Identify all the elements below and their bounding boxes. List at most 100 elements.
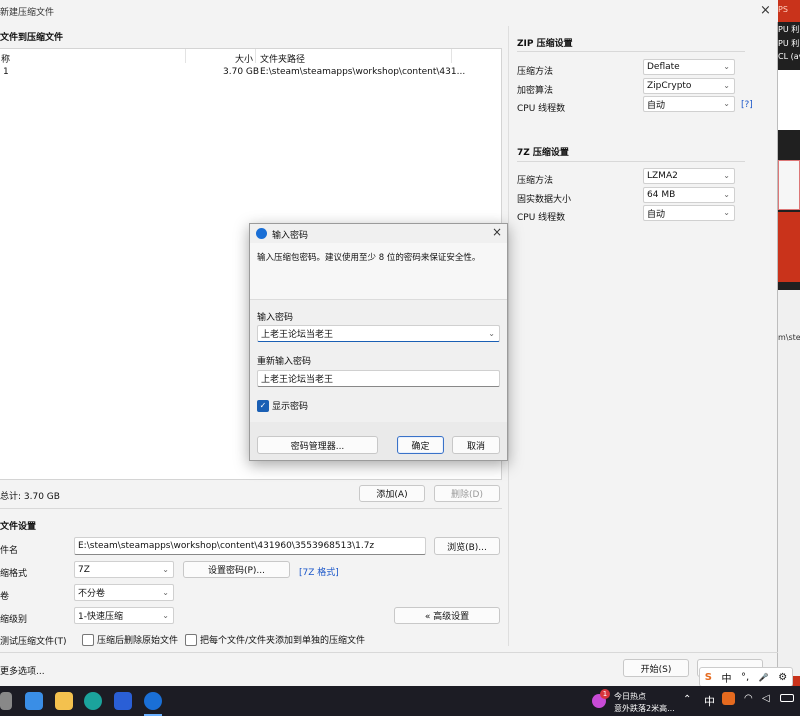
test-archive-checkbox[interactable]: 测试压缩文件(T)	[0, 634, 67, 647]
zip-cpu-select[interactable]: 自动 ⌄	[643, 96, 735, 112]
bg-text-1: PS	[778, 5, 788, 14]
zip-method-select[interactable]: Deflate ⌄	[643, 59, 735, 75]
sevenz-method-label: 压缩方法	[517, 176, 554, 186]
folder-icon[interactable]	[55, 692, 73, 710]
settings-panel: ZIP 压缩设置 压缩方法 Deflate ⌄ 加密算法 ZipCrypto ⌄…	[508, 26, 770, 646]
set-password-button[interactable]: 设置密码(P)...	[183, 561, 290, 578]
zip-encrypt-value: ZipCrypto	[647, 81, 692, 91]
cancel-button[interactable]: 取消	[452, 436, 500, 454]
zip-encrypt-label: 加密算法	[517, 86, 554, 96]
zip-method-value: Deflate	[647, 62, 680, 72]
reenter-password-input[interactable]: 上老王论坛当老王	[257, 370, 500, 387]
sevenz-solid-label: 固实数据大小	[517, 195, 572, 205]
chevron-down-icon: ⌄	[162, 610, 169, 620]
password-input[interactable]: 上老王论坛当老王 ⌄	[257, 325, 500, 342]
sevenz-solid-value: 64 MB	[647, 190, 676, 200]
app-icon-2[interactable]	[114, 692, 132, 710]
more-options-link[interactable]: 更多选项...	[0, 664, 45, 677]
app-icon	[256, 228, 267, 239]
checkbox-icon	[82, 633, 94, 646]
table-row[interactable]: 1 3.70 GB E:\steam\steamapps\workshop\co…	[0, 64, 501, 78]
taskbar-ime-lang[interactable]: 中	[704, 693, 715, 709]
files-section-title: 文件到压缩文件	[0, 33, 64, 43]
check-icon: ✓	[257, 399, 269, 412]
total-size: 总计: 3.70 GB	[0, 492, 60, 502]
dialog-message: 输入压缩包密码。建议使用至少 8 位的密码来保证安全性。	[257, 253, 481, 263]
volume-icon[interactable]: ◁	[762, 693, 770, 704]
battery-icon[interactable]	[780, 694, 794, 702]
title-bar: 新建压缩文件 ×	[0, 0, 778, 22]
format-link[interactable]: [7Z 格式]	[299, 565, 339, 578]
sogou-icon[interactable]: S	[705, 672, 712, 683]
app-icon-1[interactable]	[25, 692, 43, 710]
show-password-checkbox[interactable]: ✓ 显示密码	[257, 399, 308, 412]
volume-value: 不分卷	[78, 589, 106, 599]
ime-toolbar: S 中 °, 🎤 ⚙	[699, 667, 793, 687]
chevron-up-icon[interactable]: ⌃	[683, 694, 691, 705]
delete-after-label: 压缩后删除原始文件	[97, 636, 179, 646]
ime-lang[interactable]: 中	[722, 670, 732, 685]
browse-button[interactable]: 浏览(B)...	[434, 537, 500, 555]
window-title: 新建压缩文件	[0, 8, 55, 18]
row-name: 1	[3, 67, 9, 77]
advanced-settings-button[interactable]: « 高级设置	[394, 607, 500, 624]
zip-cpu-label: CPU 线程数	[517, 104, 566, 114]
archive-section-title: 文件设置	[0, 522, 37, 532]
zip-settings-title: ZIP 压缩设置	[517, 39, 573, 49]
chevron-down-icon: ⌄	[723, 81, 730, 91]
close-icon[interactable]: ×	[760, 3, 771, 18]
level-value: 1-快速压缩	[78, 612, 123, 622]
row-path: E:\steam\steamapps\workshop\content\431.…	[260, 67, 466, 77]
separate-archives-checkbox[interactable]: 把每个文件/文件夹添加到单独的压缩文件	[185, 633, 365, 646]
password-manager-button[interactable]: 密码管理器...	[257, 436, 378, 454]
zip-method-label: 压缩方法	[517, 67, 554, 77]
sevenz-cpu-label: CPU 线程数	[517, 213, 566, 223]
format-select[interactable]: 7Z ⌄	[74, 561, 174, 578]
zip-cpu-value: 自动	[647, 100, 666, 111]
separate-archives-label: 把每个文件/文件夹添加到单独的压缩文件	[200, 636, 366, 646]
zip-encrypt-select[interactable]: ZipCrypto ⌄	[643, 78, 735, 94]
level-select[interactable]: 1-快速压缩 ⌄	[74, 607, 174, 624]
sevenz-method-select[interactable]: LZMA2 ⌄	[643, 168, 735, 184]
sevenz-settings-title: 7Z 压缩设置	[517, 148, 569, 158]
taskbar: 1 今日热点 意外跌落2米高... ⌃ 中 ◠ ◁	[0, 686, 800, 716]
delete-after-checkbox[interactable]: 压缩后删除原始文件	[82, 633, 178, 646]
delete-button[interactable]: 删除(D)	[434, 485, 500, 502]
chevron-down-icon: ⌄	[723, 99, 730, 109]
wifi-icon[interactable]: ◠	[744, 693, 753, 704]
archive-name-input[interactable]: E:\steam\steamapps\workshop\content\4319…	[74, 537, 426, 555]
chevron-down-icon: ⌄	[723, 171, 730, 181]
gear-icon[interactable]: ⚙	[778, 672, 787, 683]
show-password-label: 显示密码	[272, 402, 309, 412]
ok-button[interactable]: 确定	[397, 436, 444, 454]
sogou-tray-icon[interactable]	[722, 692, 735, 705]
archiver-icon[interactable]	[144, 692, 162, 710]
sevenz-cpu-select[interactable]: 自动 ⌄	[643, 205, 735, 221]
sevenz-solid-select[interactable]: 64 MB ⌄	[643, 187, 735, 203]
password-dialog: 输入密码 × 输入压缩包密码。建议使用至少 8 位的密码来保证安全性。 输入密码…	[249, 223, 508, 461]
news-subtitle[interactable]: 意外跌落2米高...	[614, 703, 675, 714]
dialog-close-icon[interactable]: ×	[492, 225, 502, 239]
add-button[interactable]: 添加(A)	[359, 485, 425, 502]
reenter-label: 重新输入密码	[257, 357, 312, 367]
help-link[interactable]: [?]	[741, 100, 753, 110]
password-label: 输入密码	[257, 313, 294, 323]
password-value: 上老王论坛当老王	[261, 330, 334, 340]
microphone-icon[interactable]: 🎤	[759, 673, 769, 682]
chevron-down-icon: ⌄	[488, 328, 495, 338]
bg-text-3: PU 利	[778, 39, 800, 48]
news-title[interactable]: 今日热点	[614, 691, 646, 702]
background-window-strip: PS PU 利 PU 利 CL (av m\ste	[778, 0, 800, 686]
bg-text-4: CL (av	[778, 52, 800, 61]
punctuation-icon[interactable]: °,	[741, 672, 749, 683]
chevron-down-icon: ⌄	[723, 62, 730, 72]
notification-badge: 1	[600, 689, 610, 699]
volume-label: 卷	[0, 592, 10, 602]
volume-select[interactable]: 不分卷 ⌄	[74, 584, 174, 601]
test-archive-label: 测试压缩文件(T)	[0, 637, 67, 647]
sevenz-method-value: LZMA2	[647, 171, 678, 181]
start-button[interactable]: 开始(S)	[623, 659, 689, 677]
edge-icon[interactable]	[84, 692, 102, 710]
row-size: 3.70 GB	[223, 67, 260, 77]
window-icon[interactable]	[0, 692, 12, 710]
